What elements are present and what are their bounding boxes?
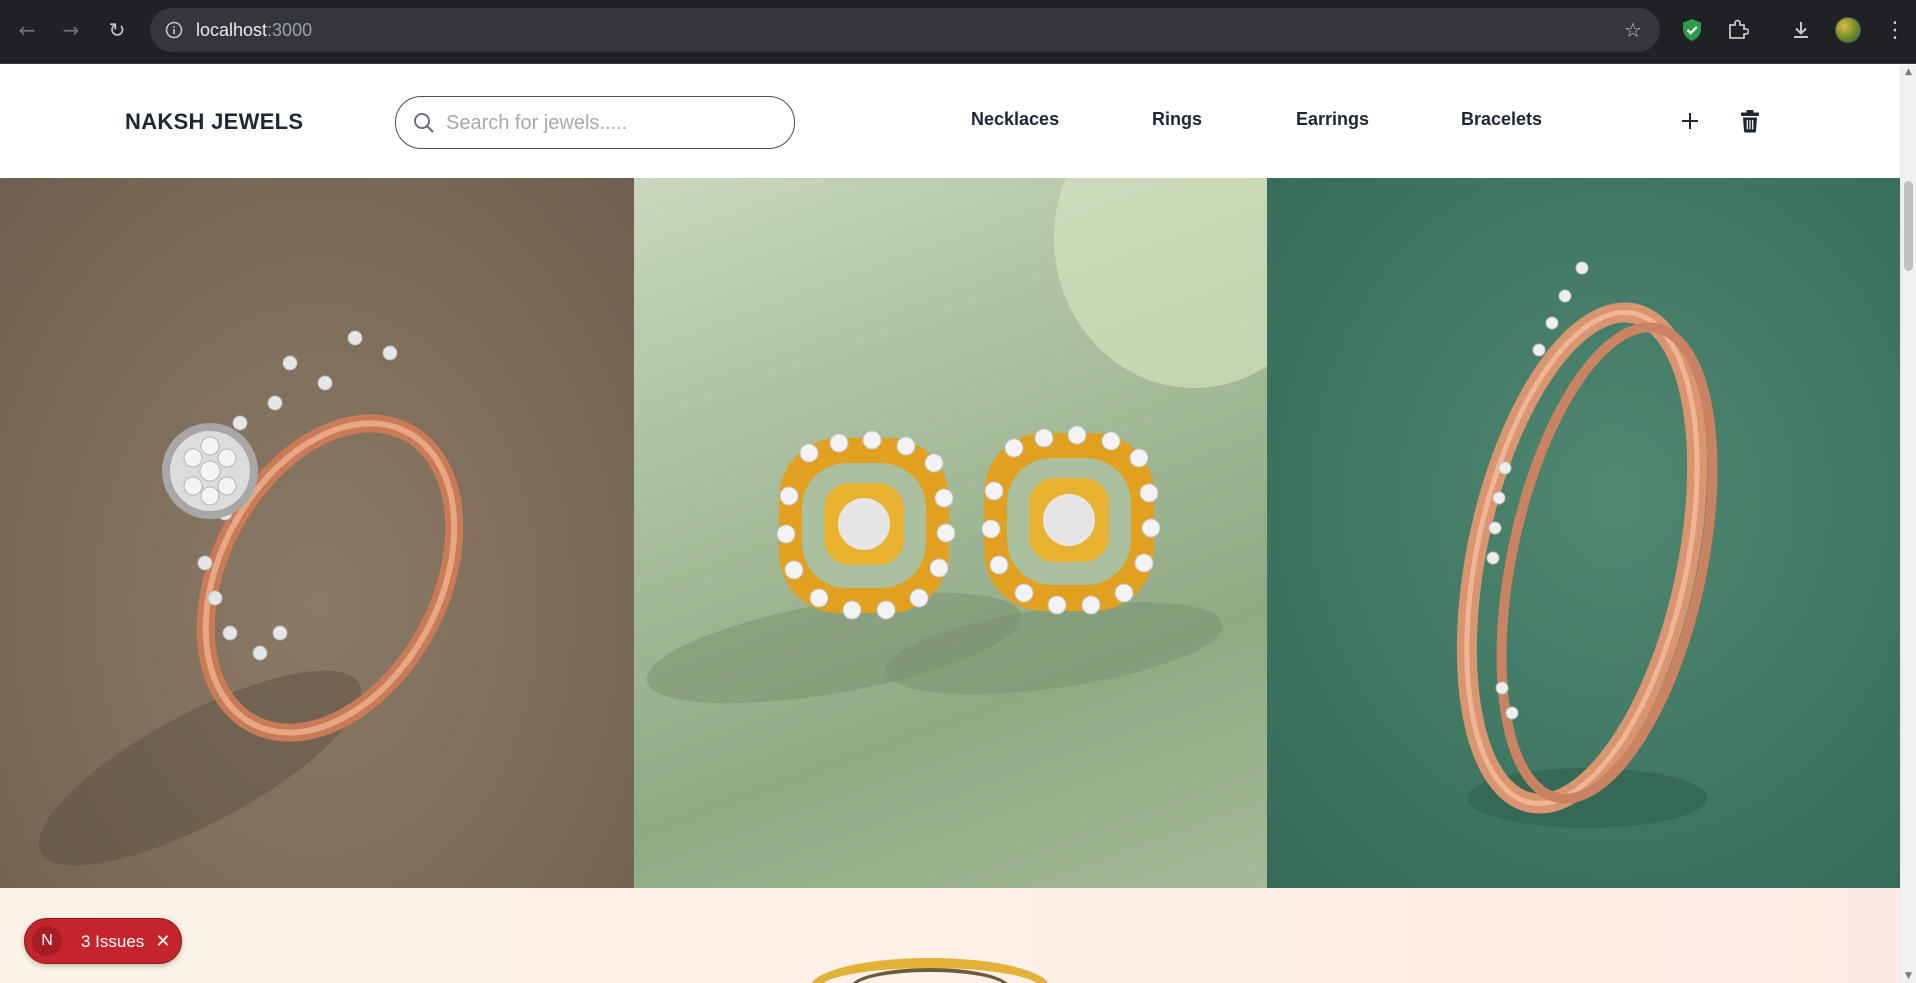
profile-picture — [1835, 17, 1861, 43]
kebab-menu-icon[interactable]: ⋮ — [1880, 15, 1910, 45]
page-scrollbar[interactable]: ▲ ▼ — [1900, 65, 1916, 983]
download-icon[interactable] — [1786, 15, 1816, 45]
reload-button[interactable]: ↻ — [101, 14, 133, 46]
url-port: :3000 — [267, 20, 313, 40]
url-text[interactable]: localhost:3000 — [196, 20, 312, 41]
nextjs-logo: N — [32, 926, 62, 956]
issues-count-label: 3 Issues — [81, 932, 145, 951]
forward-button[interactable]: → — [55, 14, 87, 46]
site-header: NAKSH JEWELS Necklaces Rings Earrings Br… — [0, 65, 1900, 178]
bangle-image[interactable] — [1267, 178, 1900, 888]
arrow-left-icon: ← — [18, 18, 36, 42]
scroll-thumb[interactable] — [1904, 181, 1913, 271]
page: NAKSH JEWELS Necklaces Rings Earrings Br… — [0, 65, 1900, 983]
back-button[interactable]: ← — [11, 14, 43, 46]
featured-banner — [0, 888, 1900, 983]
browser-toolbar: ← → ↻ localhost:3000 ☆ ⋮ — [0, 0, 1916, 64]
trash-icon[interactable] — [1734, 105, 1766, 137]
main-nav: Necklaces Rings Earrings Bracelets — [0, 109, 1900, 135]
shield-check-icon[interactable] — [1677, 15, 1707, 45]
scroll-up-arrow-icon[interactable]: ▲ — [1905, 67, 1912, 77]
nav-rings[interactable]: Rings — [1152, 109, 1202, 130]
avatar[interactable] — [1833, 15, 1863, 45]
address-bar[interactable]: localhost:3000 ☆ — [150, 8, 1660, 52]
plus-icon[interactable] — [1674, 105, 1706, 137]
hero-gallery — [0, 178, 1900, 888]
url-host: localhost — [196, 20, 268, 40]
nav-necklaces[interactable]: Necklaces — [971, 109, 1059, 130]
arrow-right-icon: → — [62, 18, 80, 42]
earrings-image[interactable] — [634, 178, 1267, 888]
scroll-down-arrow-icon[interactable]: ▼ — [1905, 971, 1912, 981]
nav-earrings[interactable]: Earrings — [1296, 109, 1369, 130]
nav-bracelets[interactable]: Bracelets — [1461, 109, 1542, 130]
reload-icon: ↻ — [108, 18, 126, 42]
info-icon[interactable] — [162, 18, 186, 42]
puzzle-icon[interactable] — [1723, 15, 1753, 45]
dev-issues-badge[interactable]: N 3 Issues ✕ — [24, 918, 182, 964]
ring-image[interactable] — [0, 178, 634, 888]
star-icon[interactable]: ☆ — [1620, 17, 1646, 43]
close-icon[interactable]: ✕ — [152, 930, 174, 952]
